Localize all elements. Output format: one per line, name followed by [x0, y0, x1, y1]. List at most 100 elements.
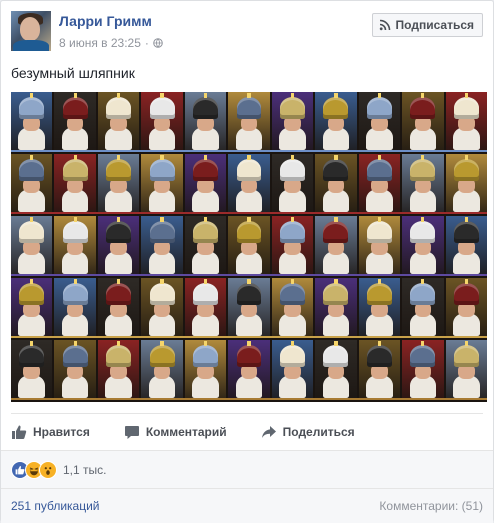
collage-tile — [271, 154, 314, 212]
tile-hat — [410, 220, 436, 243]
tile-hat-cross — [247, 340, 251, 347]
globe-icon[interactable] — [153, 38, 163, 48]
tile-hat — [193, 158, 218, 181]
tile-hat — [19, 158, 45, 181]
tile-hat — [366, 282, 392, 305]
tile-hat — [410, 96, 436, 119]
feed-post: Ларри Гримм 8 июня в 23:25 · Подписаться… — [0, 0, 494, 523]
tile-hat-cross — [160, 216, 164, 223]
share-label: Поделиться — [282, 424, 355, 439]
shares-link[interactable]: 251 публикаций — [11, 499, 100, 513]
meta-separator: · — [144, 36, 149, 50]
tile-hat — [453, 158, 479, 181]
tile-hat — [19, 344, 45, 367]
tile-hat-cross — [334, 154, 338, 161]
collage-tile — [228, 216, 270, 274]
collage-tile — [54, 154, 96, 212]
collage-tile — [315, 278, 357, 336]
tile-hat — [149, 282, 175, 305]
reaction-icons[interactable] — [11, 460, 57, 479]
tile-hat — [19, 96, 45, 119]
tile-hat-cross — [73, 216, 77, 223]
tile-hat-cross — [203, 92, 208, 99]
tile-hat — [236, 158, 262, 181]
post-photo-collage[interactable] — [11, 92, 487, 402]
tile-hat-cross — [377, 340, 381, 347]
tile-hat — [366, 96, 392, 119]
tile-hat-cross — [334, 92, 338, 99]
post-timestamp[interactable]: 8 июня в 23:25 — [59, 36, 141, 50]
tile-hat — [453, 344, 479, 367]
collage-tile — [184, 154, 227, 212]
share-button[interactable]: Поделиться — [261, 424, 355, 440]
tile-hat-cross — [377, 154, 381, 161]
comments-link[interactable]: Комментарии: (51) — [379, 499, 483, 513]
tile-hat — [193, 220, 218, 243]
collage-tile — [402, 278, 444, 336]
tile-hat-cross — [203, 278, 208, 285]
tile-hat — [323, 158, 349, 181]
tile-hat-cross — [30, 92, 34, 99]
tile-hat — [280, 220, 305, 243]
subscribe-button[interactable]: Подписаться — [371, 13, 483, 37]
tile-hat — [280, 344, 305, 367]
comment-label: Комментарий — [145, 424, 227, 439]
tile-hat-cross — [421, 154, 425, 161]
tile-hat-cross — [421, 216, 425, 223]
tile-hat — [323, 220, 349, 243]
collage-tile — [184, 216, 227, 274]
tile-hat — [149, 344, 175, 367]
avatar-shirt — [13, 40, 49, 51]
tile-hat-cross — [160, 340, 164, 347]
tile-hat-cross — [421, 278, 425, 285]
collage-tile — [445, 278, 487, 336]
tile-hat — [410, 344, 436, 367]
tile-hat — [106, 220, 132, 243]
tile-hat-cross — [334, 278, 338, 285]
tile-hat-cross — [290, 216, 295, 223]
collage-tile — [11, 340, 53, 398]
tile-hat — [62, 344, 88, 367]
tile-hat — [323, 344, 349, 367]
tile-hat — [453, 220, 479, 243]
collage-tile — [271, 92, 314, 150]
tile-hat-cross — [247, 92, 251, 99]
tile-hat — [323, 96, 349, 119]
tile-hat-cross — [116, 92, 121, 99]
collage-tile — [358, 278, 401, 336]
tile-hat-cross — [290, 340, 295, 347]
collage-tile — [315, 340, 357, 398]
reaction-count[interactable]: 1,1 тыс. — [63, 463, 106, 477]
collage-tile — [11, 278, 53, 336]
collage-tile — [97, 92, 140, 150]
tile-hat-cross — [30, 278, 34, 285]
tile-hat-cross — [73, 154, 77, 161]
collage-tile — [11, 216, 53, 274]
tile-hat-cross — [30, 216, 34, 223]
avatar-face — [20, 17, 40, 41]
collage-tile — [315, 92, 357, 150]
collage-tile — [97, 154, 140, 212]
tile-hat — [19, 282, 45, 305]
collage-tile — [97, 278, 140, 336]
like-button[interactable]: Нравится — [11, 424, 90, 440]
author-name[interactable]: Ларри Гримм — [59, 13, 152, 29]
collage-tile — [315, 216, 357, 274]
author-avatar[interactable] — [11, 11, 51, 51]
collage-tile — [228, 92, 270, 150]
comment-button[interactable]: Комментарий — [124, 424, 227, 440]
tile-hat-cross — [116, 216, 121, 223]
tile-hat-cross — [464, 278, 468, 285]
thumbs-up-icon — [12, 425, 27, 439]
tile-hat-cross — [160, 278, 164, 285]
tile-hat — [106, 96, 132, 119]
tile-hat — [193, 282, 218, 305]
tile-hat — [453, 282, 479, 305]
tile-hat-cross — [247, 278, 251, 285]
subscribe-label: Подписаться — [395, 18, 474, 32]
post-meta: 8 июня в 23:25 · — [59, 36, 163, 50]
collage-tile — [97, 216, 140, 274]
collage-tile — [358, 340, 401, 398]
collage-tile — [97, 340, 140, 398]
tile-hat — [106, 282, 132, 305]
